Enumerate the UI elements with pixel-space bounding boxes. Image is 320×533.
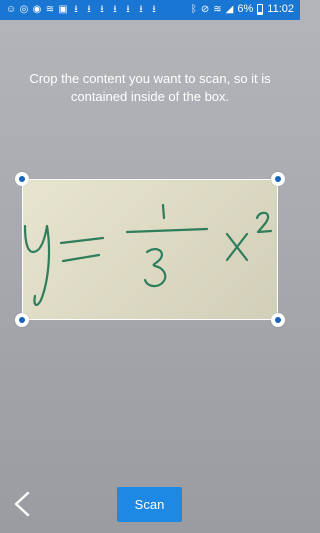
download-icon: ⭳ (113, 4, 117, 15)
download-icon: ⭳ (152, 4, 156, 15)
crop-handle-bottom-right[interactable] (271, 313, 285, 327)
wifi-icon: ≋ (45, 4, 55, 15)
system-icons: ᛒ ⊘ ≋ ◢ 6% 11:02 (191, 3, 294, 16)
bluetooth-icon: ᛒ (190, 4, 197, 15)
signal-icon: ◢ (225, 4, 234, 15)
chevron-left-icon (14, 491, 30, 517)
crop-box[interactable] (22, 179, 278, 320)
wifi-icon: ≋ (213, 4, 222, 15)
image-icon: ▣ (58, 4, 68, 15)
clock: 11:02 (267, 3, 294, 15)
back-button[interactable] (6, 486, 42, 522)
download-icon: ⭳ (126, 4, 130, 15)
whatsapp-icon: ◎ (19, 4, 29, 15)
crop-handle-top-right[interactable] (271, 172, 285, 186)
download-icon: ⭳ (87, 4, 91, 15)
app-icon: ☺ (6, 4, 17, 15)
crop-handle-bottom-left[interactable] (15, 313, 29, 327)
notification-icons: ☺ ◎ ◉ ≋ ▣ ⭳ ⭳ ⭳ ⭳ ⭳ ⭳ ⭳ (6, 3, 159, 16)
download-icon: ⭳ (74, 4, 78, 15)
battery-icon (257, 4, 264, 15)
crop-handle-top-left[interactable] (15, 172, 29, 186)
mute-icon: ⊘ (200, 4, 210, 15)
handwritten-equation (23, 203, 273, 306)
scan-button[interactable]: Scan (117, 487, 182, 522)
download-icon: ⭳ (100, 4, 104, 15)
messenger-icon: ◉ (32, 4, 42, 15)
crop-instruction: Crop the content you want to scan, so it… (29, 71, 271, 104)
battery-percent: 6% (237, 3, 254, 15)
download-icon: ⭳ (139, 4, 143, 15)
status-bar: ☺ ◎ ◉ ≋ ▣ ⭳ ⭳ ⭳ ⭳ ⭳ ⭳ ⭳ ᛒ ⊘ ≋ ◢ 6% 11:02 (0, 0, 300, 20)
